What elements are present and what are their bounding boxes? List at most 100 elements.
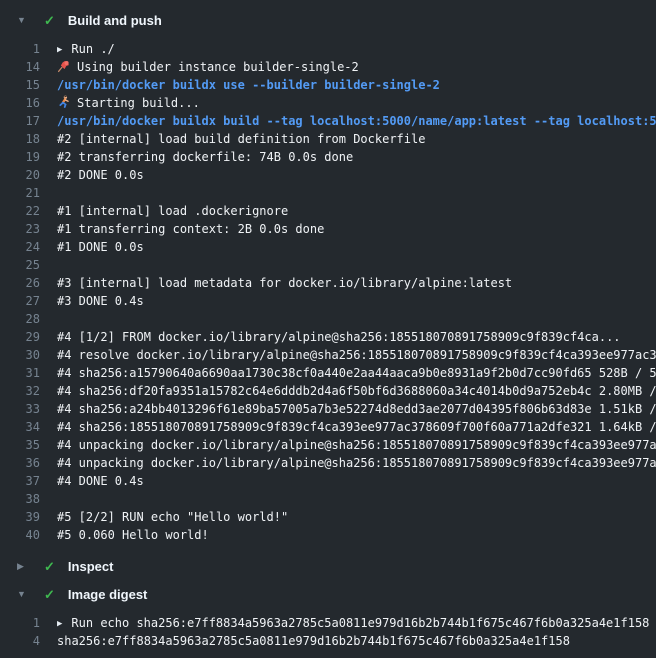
- log-text-content: #5 0.060 Hello world!: [57, 528, 209, 542]
- log-text: #4 sha256:a24bb4013296f61e89ba57005a7b3e…: [57, 400, 656, 418]
- workflow-log-viewer: ▼✓Build and push1▶Run ./14Using builder …: [0, 0, 656, 658]
- line-number[interactable]: 22: [0, 202, 40, 220]
- log-line: 38: [0, 490, 656, 508]
- line-number[interactable]: 17: [0, 112, 40, 130]
- runner-icon: [57, 95, 71, 109]
- line-number[interactable]: 40: [0, 526, 40, 544]
- line-number[interactable]: 35: [0, 436, 40, 454]
- log-text-content: #4 sha256:df20fa9351a15782c64e6dddb2d4a6…: [57, 384, 656, 398]
- log-text-content: #4 unpacking docker.io/library/alpine@sh…: [57, 456, 656, 470]
- log-command-text: /usr/bin/docker buildx use --builder bui…: [57, 76, 656, 94]
- log-text: ▶ Run echo sha256:e7ff8834a5963a2785c5a08…: [57, 614, 656, 632]
- chevron-right-icon[interactable]: ▶: [17, 562, 29, 571]
- line-number[interactable]: 37: [0, 472, 40, 490]
- log-text-content: #4 sha256:a24bb4013296f61e89ba57005a7b3e…: [57, 402, 656, 416]
- log-text: #2 transferring dockerfile: 74B 0.0s don…: [57, 148, 656, 166]
- log-text: Using builder instance builder-single-2: [57, 58, 656, 76]
- line-number[interactable]: 27: [0, 292, 40, 310]
- log-lines-block: 1 ▶ Run echo sha256:e7ff8834a5963a2785c5a0…: [0, 608, 656, 658]
- line-number[interactable]: 4: [0, 632, 40, 650]
- line-number[interactable]: 28: [0, 310, 40, 328]
- log-text: #1 transferring context: 2B 0.0s done: [57, 220, 656, 238]
- line-number[interactable]: 29: [0, 328, 40, 346]
- line-number[interactable]: 26: [0, 274, 40, 292]
- log-text-content: #4 unpacking docker.io/library/alpine@sh…: [57, 438, 656, 452]
- log-line: 37 #4 DONE 0.4s: [0, 472, 656, 490]
- chevron-down-icon[interactable]: ▼: [17, 16, 29, 25]
- log-line: 36 #4 unpacking docker.io/library/alpine@…: [0, 454, 656, 472]
- log-text: #1 DONE 0.0s: [57, 238, 656, 256]
- line-number[interactable]: 15: [0, 76, 40, 94]
- log-text-content: #4 sha256:185518070891758909c9f839cf4ca3…: [57, 420, 656, 434]
- line-number[interactable]: 24: [0, 238, 40, 256]
- log-line: 33 #4 sha256:a24bb4013296f61e89ba57005a7b…: [0, 400, 656, 418]
- line-number[interactable]: 38: [0, 490, 40, 508]
- line-number[interactable]: 18: [0, 130, 40, 148]
- log-text-content: /usr/bin/docker buildx use --builder bui…: [57, 78, 440, 92]
- chevron-down-icon[interactable]: ▼: [17, 590, 29, 599]
- log-text: #2 [internal] load build definition from…: [57, 130, 656, 148]
- line-number[interactable]: 33: [0, 400, 40, 418]
- log-text-content: #5 [2/2] RUN echo "Hello world!": [57, 510, 288, 524]
- line-number[interactable]: 19: [0, 148, 40, 166]
- log-section: ▶✓Inspect: [0, 552, 656, 580]
- log-line: 20 #2 DONE 0.0s: [0, 166, 656, 184]
- log-text-content: #1 transferring context: 2B 0.0s done: [57, 222, 324, 236]
- log-text: Starting build...: [57, 94, 656, 112]
- section-header[interactable]: ▶✓Inspect: [0, 552, 656, 580]
- line-number[interactable]: 32: [0, 382, 40, 400]
- log-text-content: Starting build...: [77, 96, 200, 110]
- line-number[interactable]: 36: [0, 454, 40, 472]
- log-text: #1 [internal] load .dockerignore: [57, 202, 656, 220]
- log-line: 17/usr/bin/docker buildx build --tag loc…: [0, 112, 656, 130]
- log-text: #4 DONE 0.4s: [57, 472, 656, 490]
- section-title: Build and push: [68, 13, 162, 28]
- log-line: 29 #4 [1/2] FROM docker.io/library/alpine…: [0, 328, 656, 346]
- line-number[interactable]: 39: [0, 508, 40, 526]
- log-text-content: Run echo sha256:e7ff8834a5963a2785c5a081…: [71, 616, 649, 630]
- line-number[interactable]: 16: [0, 94, 40, 112]
- log-text-content: #4 DONE 0.4s: [57, 474, 144, 488]
- log-text: #4 [1/2] FROM docker.io/library/alpine@s…: [57, 328, 656, 346]
- log-text-content: Run ./: [71, 42, 114, 56]
- log-text: #4 sha256:a15790640a6690aa1730c38cf0a440…: [57, 364, 656, 382]
- log-line: 31 #4 sha256:a15790640a6690aa1730c38cf0a4…: [0, 364, 656, 382]
- line-number[interactable]: 1: [0, 40, 40, 58]
- log-line: 24 #1 DONE 0.0s: [0, 238, 656, 256]
- section-header[interactable]: ▼✓Image digest: [0, 580, 656, 608]
- log-line: 26#3 [internal] load metadata for docker…: [0, 274, 656, 292]
- log-line: 22 #1 [internal] load .dockerignore: [0, 202, 656, 220]
- log-text-content: #4 sha256:a15790640a6690aa1730c38cf0a440…: [57, 366, 656, 380]
- log-text: [57, 256, 656, 274]
- log-text: #4 unpacking docker.io/library/alpine@sh…: [57, 454, 656, 472]
- log-text: [57, 490, 656, 508]
- line-number[interactable]: 1: [0, 614, 40, 632]
- log-line: 28: [0, 310, 656, 328]
- line-number[interactable]: 34: [0, 418, 40, 436]
- log-text: [57, 310, 656, 328]
- log-section: ▼✓Image digest 1 ▶ Run echo sha256:e7ff8834…: [0, 580, 656, 658]
- log-text: #4 sha256:185518070891758909c9f839cf4ca3…: [57, 418, 656, 436]
- line-number[interactable]: 30: [0, 346, 40, 364]
- log-text-content: #4 resolve docker.io/library/alpine@sha2…: [57, 348, 656, 362]
- log-line: 27#3 DONE 0.4s: [0, 292, 656, 310]
- log-command-text: /usr/bin/docker buildx build --tag local…: [57, 112, 656, 130]
- line-number[interactable]: 20: [0, 166, 40, 184]
- line-number[interactable]: 14: [0, 58, 40, 76]
- line-number[interactable]: 31: [0, 364, 40, 382]
- run-group-toggle-icon[interactable]: ▶: [57, 41, 62, 58]
- log-text-content: /usr/bin/docker buildx build --tag local…: [57, 114, 656, 128]
- success-check-icon: ✓: [44, 560, 55, 573]
- line-number[interactable]: 25: [0, 256, 40, 274]
- log-text-content: #2 transferring dockerfile: 74B 0.0s don…: [57, 150, 353, 164]
- log-text: #2 DONE 0.0s: [57, 166, 656, 184]
- log-line: 32 #4 sha256:df20fa9351a15782c64e6dddb2d4…: [0, 382, 656, 400]
- section-header[interactable]: ▼ ✓ Build and push: [0, 6, 656, 34]
- log-line: 35 #4 unpacking docker.io/library/alpine@…: [0, 436, 656, 454]
- line-number[interactable]: 23: [0, 220, 40, 238]
- line-number[interactable]: 21: [0, 184, 40, 202]
- log-line: 18 #2 [internal] load build definition fr…: [0, 130, 656, 148]
- run-group-toggle-icon[interactable]: ▶: [57, 615, 62, 632]
- log-text-content: #1 [internal] load .dockerignore: [57, 204, 288, 218]
- success-check-icon: ✓: [44, 14, 55, 27]
